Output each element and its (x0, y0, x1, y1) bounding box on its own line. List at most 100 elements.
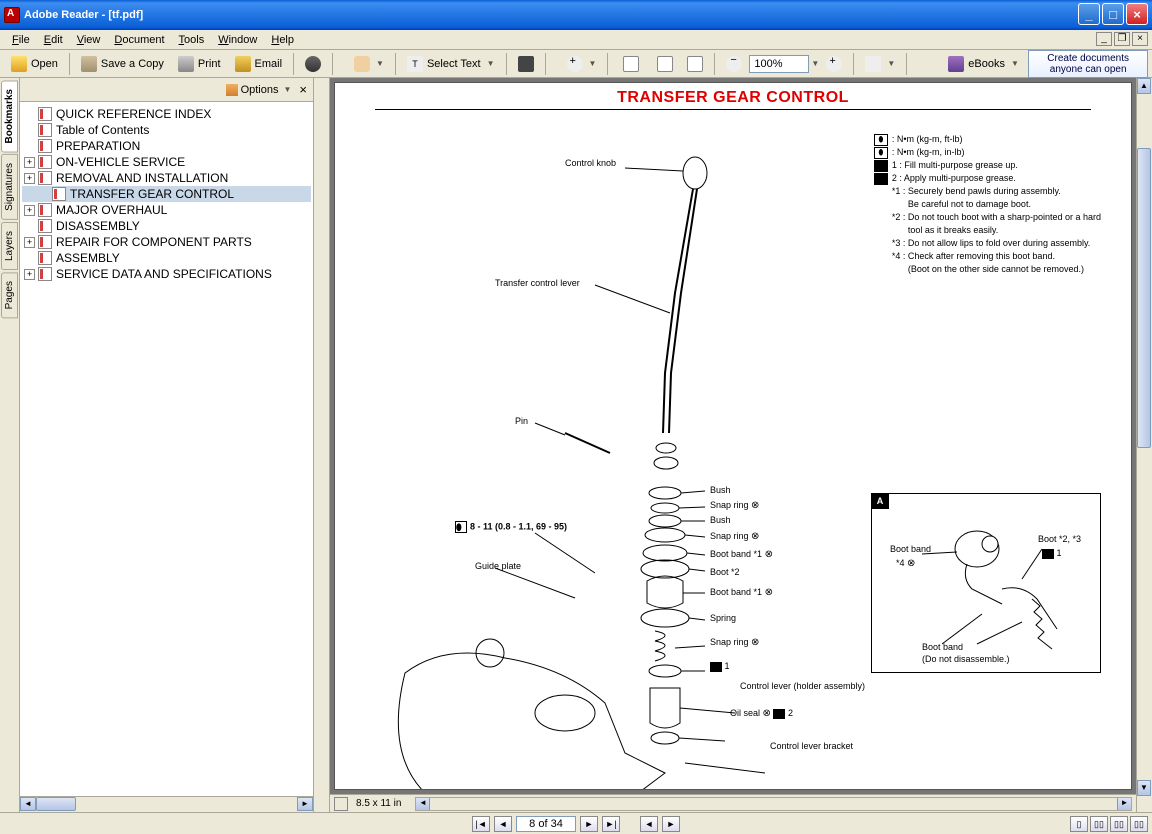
bookmark-label: TRANSFER GEAR CONTROL (70, 187, 234, 201)
panel-close-button[interactable]: × (299, 82, 307, 97)
continuous-facing-button[interactable]: ▯▯ (1130, 816, 1148, 832)
doc-restore-button[interactable]: ❐ (1114, 32, 1130, 46)
tab-layers[interactable]: Layers (1, 222, 18, 270)
doc-close-button[interactable]: × (1132, 32, 1148, 46)
bookmark-icon (38, 123, 52, 137)
sidebar-hscroll[interactable]: ◄ ► (20, 796, 313, 812)
expand-icon[interactable]: + (24, 205, 35, 216)
bookmark-item[interactable]: PREPARATION (22, 138, 311, 154)
menu-help[interactable]: Help (265, 32, 300, 48)
bookmark-item[interactable]: +MAJOR OVERHAUL (22, 202, 311, 218)
scroll-left-button[interactable]: ◄ (20, 797, 36, 811)
options-menu[interactable]: Options ▼ (226, 84, 292, 96)
app-icon (4, 7, 20, 23)
callout-boot2: Boot *2 (710, 567, 740, 577)
zoom-out-button[interactable] (719, 53, 749, 75)
bookmark-item[interactable]: ASSEMBLY (22, 250, 311, 266)
menu-document[interactable]: Document (108, 32, 170, 48)
print-button[interactable]: Print (171, 53, 228, 75)
detail-boot23: Boot *2, *3 (1038, 534, 1081, 544)
promo-line2: anyone can open (1050, 64, 1127, 75)
bookmark-icon (38, 251, 52, 265)
email-label: Email (255, 58, 283, 70)
hand-tool-button[interactable]: ▼ (347, 53, 391, 75)
menu-view[interactable]: View (71, 32, 107, 48)
menu-tools[interactable]: Tools (173, 32, 211, 48)
email-button[interactable]: Email (228, 53, 290, 75)
continuous-button[interactable]: ▯▯ (1090, 816, 1108, 832)
bookmark-item[interactable]: +SERVICE DATA AND SPECIFICATIONS (22, 266, 311, 282)
minimize-button[interactable]: _ (1078, 3, 1100, 25)
open-button[interactable]: Open (4, 53, 65, 75)
bookmark-item[interactable]: + REMOVAL AND INSTALLATION (22, 170, 311, 186)
callout-oil-seal: Oil seal ⊗ 2 (730, 708, 793, 719)
maximize-button[interactable]: □ (1102, 3, 1124, 25)
next-page-button[interactable]: ► (580, 816, 598, 832)
actual-size-button[interactable] (612, 49, 650, 79)
prev-page-button[interactable]: ◄ (494, 816, 512, 832)
open-icon (11, 56, 27, 72)
bookmark-label: REMOVAL AND INSTALLATION (56, 171, 228, 185)
last-page-button[interactable]: ►| (602, 816, 620, 832)
facing-button[interactable]: ▯▯ (1110, 816, 1128, 832)
doc-scroll-left[interactable]: ◄ (416, 798, 430, 810)
bookmark-label: ON-VEHICLE SERVICE (56, 155, 185, 169)
fit-page-button[interactable] (650, 53, 680, 75)
scroll-down-button[interactable]: ▼ (1137, 780, 1151, 796)
bookmark-item[interactable]: QUICK REFERENCE INDEX (22, 106, 311, 122)
select-text-button[interactable]: TSelect Text▼ (400, 53, 502, 75)
titlebar: Adobe Reader - [tf.pdf] _ □ × (0, 0, 1152, 30)
page-view[interactable]: TRANSFER GEAR CONTROL ⬮: N•m (kg-m, ft-l… (334, 82, 1132, 790)
rotate-button[interactable]: ▼ (858, 53, 902, 75)
next-view-button[interactable]: ► (662, 816, 680, 832)
doc-tab-strip (314, 78, 330, 812)
menu-edit[interactable]: Edit (38, 32, 69, 48)
expand-icon[interactable]: + (24, 269, 35, 280)
fit-width-icon (687, 56, 703, 72)
bookmark-item[interactable]: Table of Contents (22, 122, 311, 138)
vscroll-thumb[interactable] (1137, 148, 1151, 448)
menu-file[interactable]: File (6, 32, 36, 48)
expand-icon[interactable]: + (24, 237, 35, 248)
bookmark-item[interactable]: +REPAIR FOR COMPONENT PARTS (22, 234, 311, 250)
doc-minimize-button[interactable]: _ (1096, 32, 1112, 46)
expand-icon[interactable]: + (24, 157, 35, 168)
tab-pages[interactable]: Pages (1, 272, 18, 318)
doc-scroll-right[interactable]: ► (1117, 798, 1131, 810)
promo-banner[interactable]: Create documents anyone can open (1028, 50, 1148, 78)
doc-vscroll[interactable]: ▲ ▼ (1136, 78, 1152, 812)
bookmark-item[interactable]: TRANSFER GEAR CONTROL (22, 186, 311, 202)
tab-signatures[interactable]: Signatures (1, 154, 18, 220)
tab-bookmarks[interactable]: Bookmarks (1, 80, 18, 152)
callout-ctrl-lever-holder: Control lever (holder assembly) (740, 681, 865, 691)
prev-view-button[interactable]: ◄ (640, 816, 658, 832)
scroll-thumb[interactable] (36, 797, 76, 811)
zoom-in-tool-button[interactable]: ▼ (560, 53, 604, 75)
bookmark-item[interactable]: + ON-VEHICLE SERVICE (22, 154, 311, 170)
bookmark-item[interactable]: DISASSEMBLY (22, 218, 311, 234)
snapshot-button[interactable] (511, 53, 541, 75)
bookmark-label: ASSEMBLY (56, 251, 120, 265)
ebooks-button[interactable]: eBooks▼ (941, 53, 1026, 75)
close-button[interactable]: × (1126, 3, 1148, 25)
save-copy-button[interactable]: Save a Copy (74, 53, 171, 75)
callout-boot-band1b: Boot band *1 ⊗ (710, 587, 773, 598)
scroll-up-button[interactable]: ▲ (1137, 78, 1151, 94)
first-page-button[interactable]: |◄ (472, 816, 490, 832)
doc-hscroll[interactable]: ◄ ► (415, 797, 1132, 811)
zoom-dropdown[interactable]: ▼ (811, 59, 819, 68)
menu-window[interactable]: Window (212, 32, 263, 48)
bookmark-icon (38, 267, 52, 281)
ebooks-icon (948, 56, 964, 72)
page-number-box[interactable]: 8 of 34 (516, 816, 576, 832)
search-button[interactable] (298, 53, 328, 75)
zoom-in-button[interactable] (819, 53, 849, 75)
expand-icon[interactable]: + (24, 173, 35, 184)
page-size-label: 8.5 x 11 in (356, 798, 401, 809)
fit-width-button[interactable] (680, 53, 710, 75)
scroll-right-button[interactable]: ► (297, 797, 313, 811)
single-page-button[interactable]: ▯ (1070, 816, 1088, 832)
zoom-input[interactable]: 100% (749, 55, 809, 73)
detail-a-svg (872, 494, 1102, 674)
bookmark-label: PREPARATION (56, 139, 140, 153)
